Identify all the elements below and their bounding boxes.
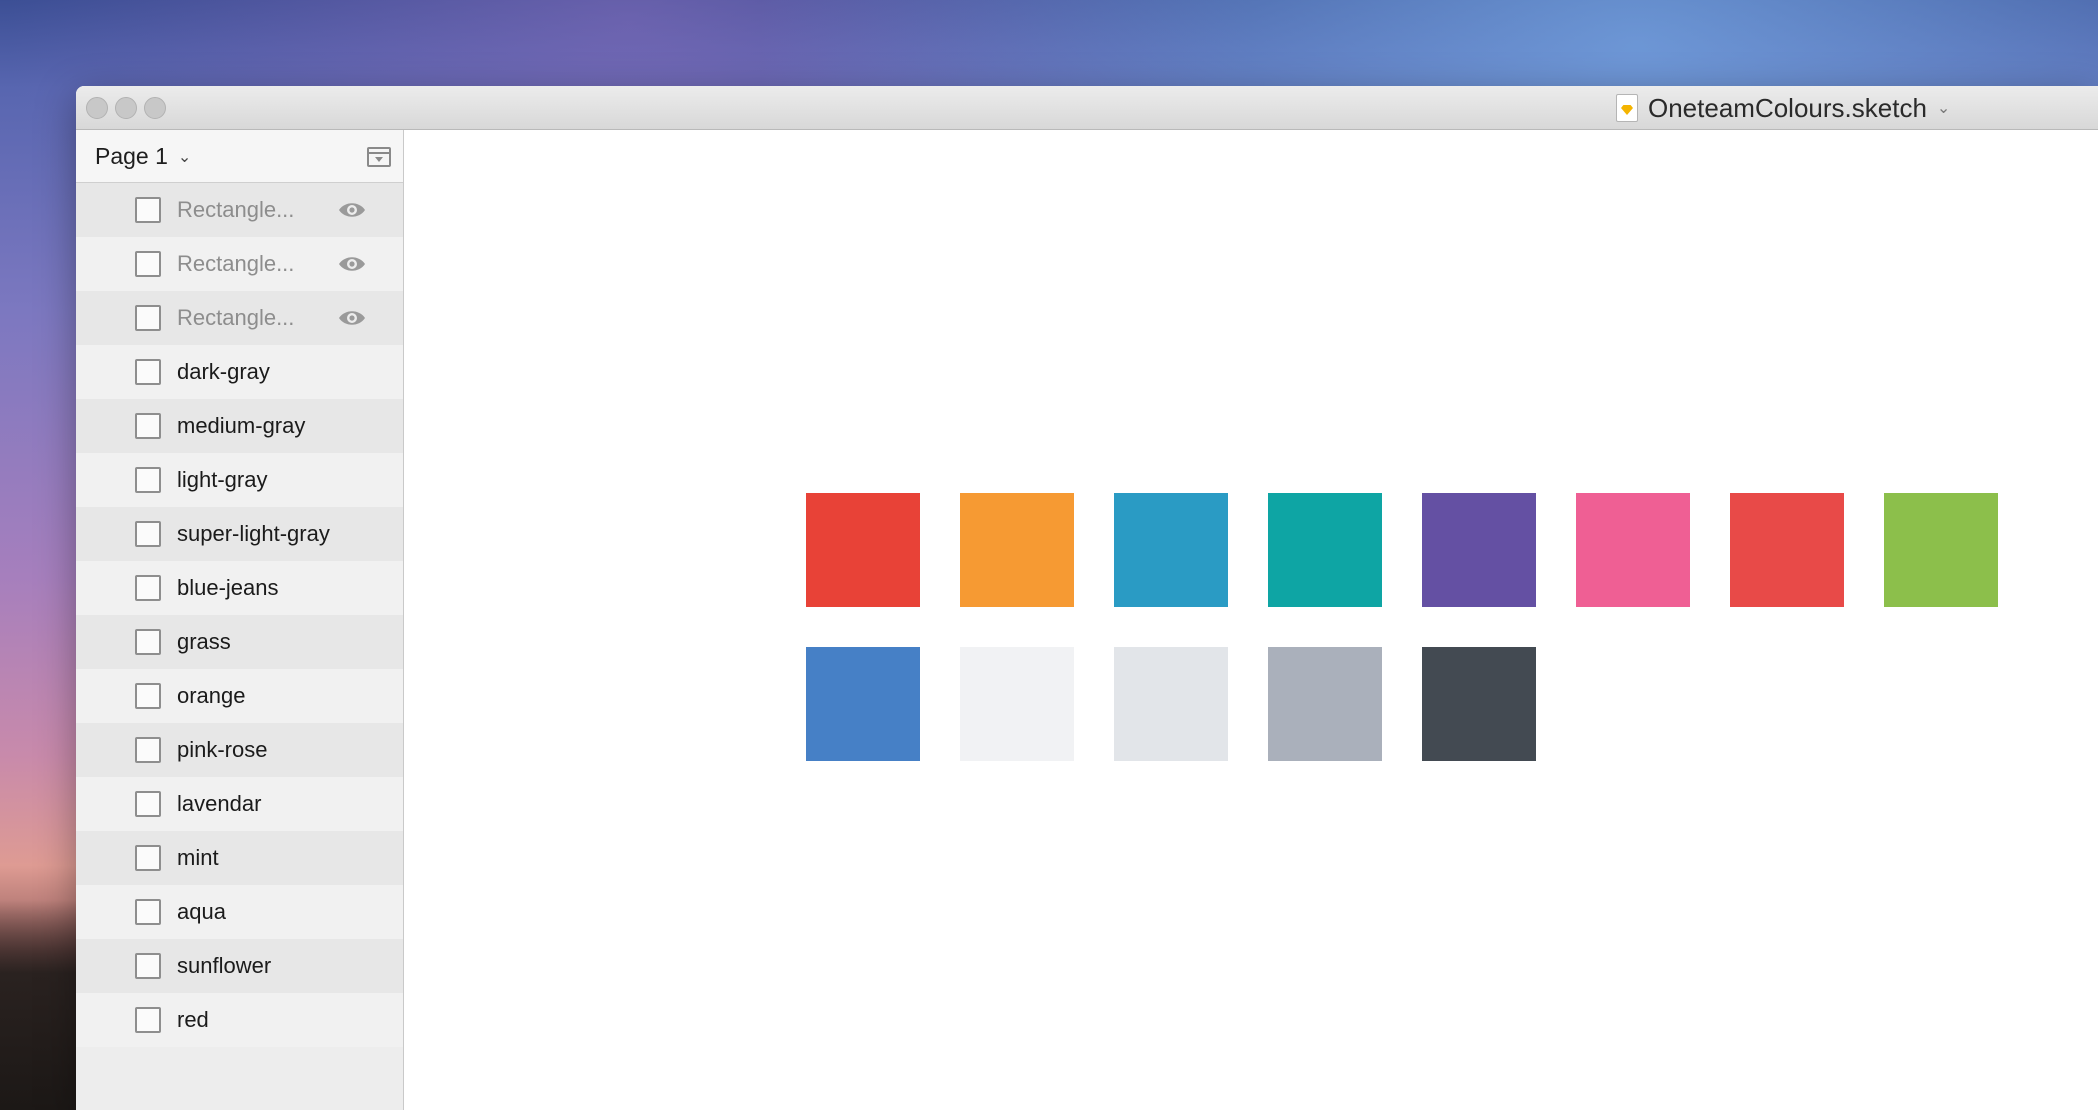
chevron-down-icon: ⌄ bbox=[177, 148, 192, 166]
color-swatch[interactable] bbox=[960, 493, 1074, 607]
color-swatch[interactable] bbox=[1730, 493, 1844, 607]
layer-checkbox[interactable] bbox=[135, 305, 161, 331]
layer-checkbox[interactable] bbox=[135, 197, 161, 223]
color-swatch[interactable] bbox=[1884, 493, 1998, 607]
desktop-wallpaper-trees bbox=[0, 900, 80, 1110]
layer-row[interactable]: sunflower bbox=[76, 939, 403, 993]
layer-checkbox[interactable] bbox=[135, 629, 161, 655]
layer-label: mint bbox=[177, 845, 219, 870]
color-swatch[interactable] bbox=[1268, 647, 1382, 761]
layer-label: dark-gray bbox=[177, 359, 270, 384]
page-selector: Page 1 ⌄ bbox=[76, 130, 403, 183]
color-swatch[interactable] bbox=[1114, 647, 1228, 761]
eye-icon[interactable] bbox=[337, 308, 367, 328]
layer-checkbox[interactable] bbox=[135, 413, 161, 439]
color-swatch[interactable] bbox=[1268, 493, 1382, 607]
minimize-window-button[interactable] bbox=[115, 97, 137, 119]
layer-checkbox[interactable] bbox=[135, 467, 161, 493]
layer-label: red bbox=[177, 1007, 209, 1032]
layer-label: sunflower bbox=[177, 953, 272, 978]
layer-checkbox[interactable] bbox=[135, 845, 161, 871]
layer-checkbox[interactable] bbox=[135, 1007, 161, 1033]
layer-label: blue-jeans bbox=[177, 575, 279, 600]
layer-row[interactable]: aqua bbox=[76, 885, 403, 939]
layer-label: Rectangle... bbox=[177, 305, 295, 330]
layer-label: Rectangle... bbox=[177, 197, 295, 222]
layer-row[interactable]: pink-rose bbox=[76, 723, 403, 777]
zoom-window-button[interactable] bbox=[144, 97, 166, 119]
layer-label: medium-gray bbox=[177, 413, 306, 438]
layer-label: Rectangle... bbox=[177, 251, 295, 276]
layer-label: grass bbox=[177, 629, 231, 654]
artboard-canvas[interactable] bbox=[404, 130, 2098, 1110]
color-swatch[interactable] bbox=[806, 493, 920, 607]
layer-row[interactable]: orange bbox=[76, 669, 403, 723]
layer-label: aqua bbox=[177, 899, 226, 924]
color-swatch[interactable] bbox=[1576, 493, 1690, 607]
layer-row[interactable]: blue-jeans bbox=[76, 561, 403, 615]
close-window-button[interactable] bbox=[86, 97, 108, 119]
color-swatch[interactable] bbox=[1422, 647, 1536, 761]
eye-icon[interactable] bbox=[337, 254, 367, 274]
layer-row[interactable]: lavendar bbox=[76, 777, 403, 831]
layer-label: pink-rose bbox=[177, 737, 268, 762]
layer-checkbox[interactable] bbox=[135, 953, 161, 979]
layer-checkbox[interactable] bbox=[135, 251, 161, 277]
layer-label: super-light-gray bbox=[177, 521, 330, 546]
layer-checkbox[interactable] bbox=[135, 359, 161, 385]
eye-icon[interactable] bbox=[337, 200, 367, 220]
sketch-window: OneteamColours.sketch ⌄ Page 1 ⌄ Rectang… bbox=[76, 86, 2098, 1110]
layer-label: lavendar bbox=[177, 791, 262, 816]
layer-checkbox[interactable] bbox=[135, 683, 161, 709]
layer-checkbox[interactable] bbox=[135, 791, 161, 817]
chevron-down-icon: ⌄ bbox=[1936, 100, 1951, 117]
sketch-document-icon bbox=[1616, 94, 1638, 122]
layer-checkbox[interactable] bbox=[135, 899, 161, 925]
layer-row[interactable]: light-gray bbox=[76, 453, 403, 507]
layer-row[interactable]: medium-gray bbox=[76, 399, 403, 453]
layer-checkbox[interactable] bbox=[135, 575, 161, 601]
layer-checkbox[interactable] bbox=[135, 737, 161, 763]
layer-row[interactable]: super-light-gray bbox=[76, 507, 403, 561]
layer-row[interactable]: Rectangle... bbox=[76, 183, 403, 237]
layer-row[interactable]: red bbox=[76, 993, 403, 1047]
layer-label: light-gray bbox=[177, 467, 268, 492]
layer-row[interactable]: grass bbox=[76, 615, 403, 669]
layer-row[interactable]: mint bbox=[76, 831, 403, 885]
color-swatch[interactable] bbox=[1114, 493, 1228, 607]
layer-list: Rectangle... Rectangle... Rectangle... dark… bbox=[76, 183, 403, 1047]
document-title-text: OneteamColours.sketch bbox=[1648, 92, 1927, 123]
color-swatch[interactable] bbox=[806, 647, 920, 761]
layer-row[interactable]: Rectangle... bbox=[76, 291, 403, 345]
color-swatch[interactable] bbox=[960, 647, 1074, 761]
document-title[interactable]: OneteamColours.sketch ⌄ bbox=[1616, 93, 1950, 123]
pages-menu-icon[interactable] bbox=[367, 147, 391, 167]
layer-label: orange bbox=[177, 683, 246, 708]
window-titlebar[interactable]: OneteamColours.sketch ⌄ bbox=[76, 86, 2098, 130]
layer-row[interactable]: Rectangle... bbox=[76, 237, 403, 291]
layers-sidebar: Page 1 ⌄ Rectangle... Rectangle... Rectang… bbox=[76, 130, 404, 1110]
page-dropdown[interactable]: Page 1 ⌄ bbox=[95, 143, 191, 170]
page-label: Page 1 bbox=[95, 143, 168, 169]
layer-row[interactable]: dark-gray bbox=[76, 345, 403, 399]
layer-checkbox[interactable] bbox=[135, 521, 161, 547]
color-swatch[interactable] bbox=[1422, 493, 1536, 607]
